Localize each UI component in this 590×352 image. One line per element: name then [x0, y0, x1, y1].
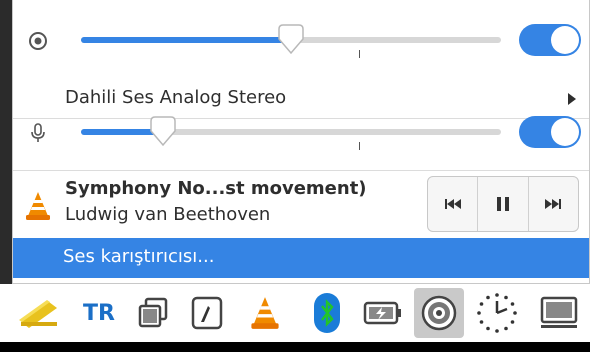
vlc-icon [23, 190, 53, 226]
monitor-icon [540, 296, 578, 328]
playback-controls [427, 176, 579, 232]
toggle-knob [551, 118, 579, 146]
bluetooth-button[interactable] [306, 290, 348, 336]
pause-button[interactable] [478, 177, 529, 231]
output-volume-handle[interactable] [276, 23, 306, 55]
input-volume-toggle[interactable] [519, 116, 581, 148]
gauge-icon [191, 296, 223, 330]
sound-mixer-label: Ses karıştırıcısı... [63, 246, 215, 267]
volume-tick-mark [359, 142, 360, 150]
speaker-icon [27, 30, 49, 52]
previous-track-button[interactable] [428, 177, 479, 231]
output-volume-slider[interactable] [81, 24, 501, 58]
output-volume-row [13, 0, 589, 80]
input-volume-handle[interactable] [148, 115, 178, 147]
keyboard-layout-indicator[interactable]: TR [78, 290, 120, 336]
vlc-tray-button[interactable] [244, 290, 286, 336]
track-artist: Ludwig van Beethoven [65, 204, 271, 225]
input-volume-row [13, 92, 589, 172]
battery-icon [363, 301, 401, 325]
speaker-icon [421, 295, 457, 331]
notes-applet-button[interactable] [16, 290, 62, 336]
media-player-row[interactable]: Symphony No...st movement) Ludwig van Be… [13, 172, 589, 238]
windows-icon [138, 297, 168, 328]
divider [13, 170, 589, 171]
track-title: Symphony No...st movement) [65, 178, 367, 199]
clock-icon [477, 293, 517, 333]
bluetooth-icon [314, 293, 340, 333]
input-volume-slider[interactable] [81, 116, 501, 150]
battery-indicator[interactable] [360, 290, 406, 336]
keyboard-layout-label: TR [83, 300, 115, 326]
sound-indicator-button[interactable] [414, 288, 464, 338]
next-track-button[interactable] [529, 177, 578, 231]
microphone-icon [27, 122, 49, 144]
toggle-knob [551, 26, 579, 54]
volume-tick-mark [359, 50, 360, 58]
next-icon [545, 199, 562, 209]
sound-mixer-menu-item[interactable]: Ses karıştırıcısı... [13, 238, 589, 278]
panel-bottom-edge [0, 342, 590, 352]
previous-icon [444, 199, 461, 209]
sound-menu-popup: Dahili Ses Analog Stereo Symphony No...s… [12, 0, 590, 284]
notes-icon [19, 300, 57, 328]
output-volume-fill [81, 37, 291, 43]
show-desktop-button[interactable] [534, 290, 584, 336]
clock-button[interactable] [472, 290, 522, 336]
pause-icon [496, 197, 509, 211]
output-volume-toggle[interactable] [519, 24, 581, 56]
system-monitor-button[interactable] [186, 290, 228, 336]
vlc-icon [251, 297, 279, 329]
system-tray-panel: TR [0, 284, 590, 342]
workspace-switcher-button[interactable] [132, 290, 174, 336]
